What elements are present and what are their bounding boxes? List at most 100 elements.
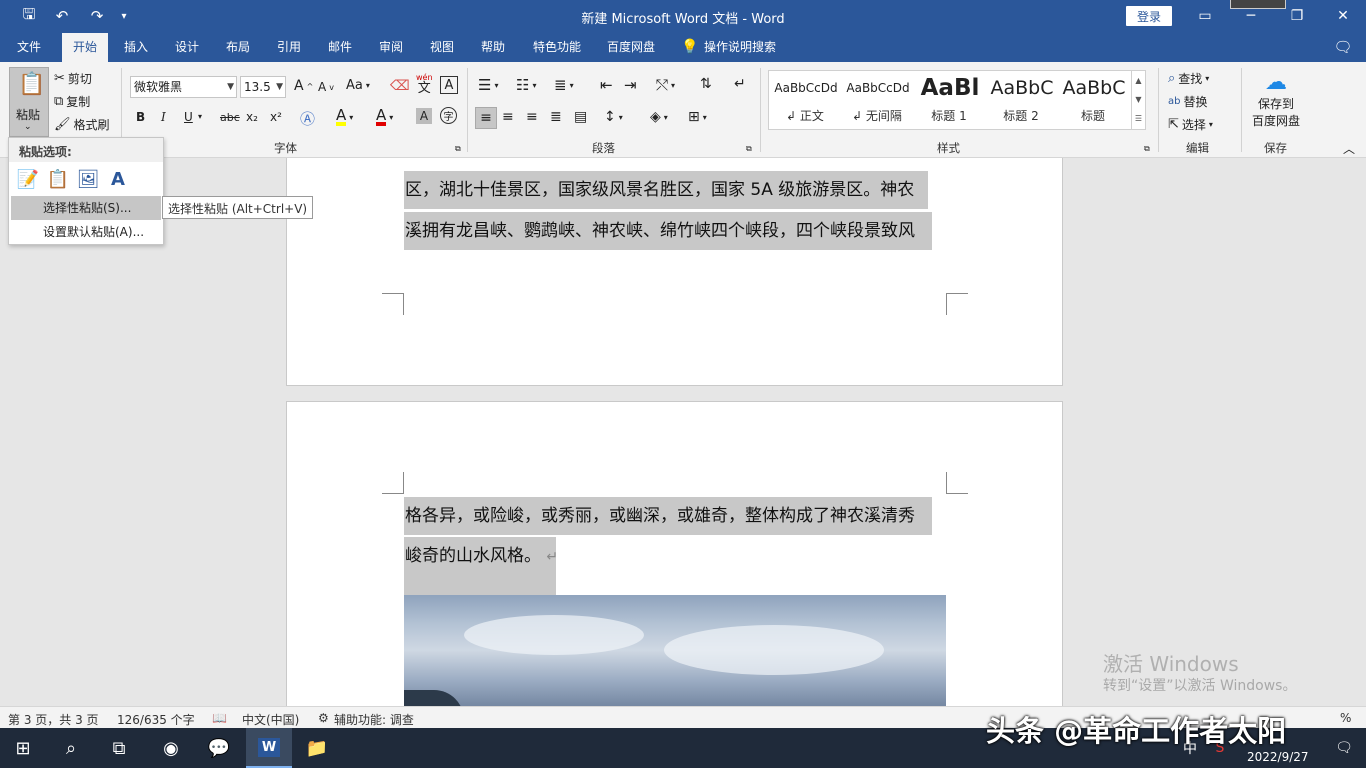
word-count[interactable]: 126/635 个字	[117, 711, 195, 728]
format-painter-button[interactable]: 🖌 格式刷	[54, 116, 110, 133]
cut-button[interactable]: ✂ 剪切	[54, 70, 92, 87]
tab-home[interactable]: 开始	[62, 33, 108, 62]
borders-icon[interactable]: ⊞ ▾	[688, 109, 707, 125]
tab-baidu-pan[interactable]: 百度网盘	[598, 33, 664, 62]
copy-button[interactable]: ⧉ 复制	[54, 93, 90, 110]
shrink-font-button[interactable]: Av	[318, 80, 334, 94]
keep-source-format-icon[interactable]: 📝	[15, 166, 41, 192]
styles-gallery: AaBbCcDd ↲ 正文 AaBbCcDd ↲ 无间隔 AaBl 标题 1 AaBb…	[768, 70, 1146, 130]
comments-icon[interactable]: 🗨	[1328, 33, 1358, 62]
pinyin-guide-button[interactable]: wén 文	[416, 74, 433, 96]
wechat-icon[interactable]: 💬	[196, 728, 242, 768]
numbering-icon[interactable]: ☷ ▾	[516, 76, 536, 94]
styles-scroll[interactable]: ▲ ▼ ☰	[1131, 71, 1145, 129]
select-button[interactable]: ⇱ 选择 ▾	[1168, 116, 1213, 133]
close-button[interactable]: ✕	[1328, 6, 1358, 26]
tab-review[interactable]: 审阅	[369, 33, 413, 62]
bold-button[interactable]: B	[136, 110, 145, 124]
style-heading-2[interactable]: AaBbC 标题 2	[985, 71, 1057, 129]
italic-button[interactable]: I	[161, 110, 166, 124]
tab-features[interactable]: 特色功能	[524, 33, 590, 62]
file-explorer-icon[interactable]: 📁	[294, 728, 340, 768]
text-line[interactable]: 峻奇的山水风格。 ↵	[404, 537, 558, 595]
dialog-launcher-icon[interactable]: ⧉	[1144, 144, 1150, 154]
text-line[interactable]: 溪拥有龙昌峡、鹦鹉峡、神农峡、绵竹峡四个峡段，四个峡段景致风	[404, 212, 932, 250]
ribbon-display-icon[interactable]: ▭	[1190, 6, 1220, 26]
justify-icon[interactable]: ≣	[550, 109, 562, 125]
increase-indent-icon[interactable]: ⇥	[624, 76, 637, 94]
align-left-button[interactable]: ≡	[475, 107, 497, 129]
subscript-button[interactable]: x₂	[246, 110, 258, 124]
decrease-indent-icon[interactable]: ⇤	[600, 76, 613, 94]
dialog-launcher-icon[interactable]: ⧉	[455, 144, 461, 154]
clear-format-icon[interactable]: ⌫	[390, 78, 410, 94]
tab-file[interactable]: 文件	[6, 33, 52, 62]
set-default-paste-item[interactable]: 设置默认粘贴(A)...	[11, 220, 161, 244]
text-effects-icon[interactable]: Ⓐ	[300, 108, 315, 129]
language-indicator[interactable]: 中文(中国)	[242, 711, 299, 728]
windows-start-icon[interactable]: ⊞	[0, 728, 46, 768]
tab-references[interactable]: 引用	[267, 33, 311, 62]
page-count[interactable]: 第 3 页，共 3 页	[8, 711, 99, 728]
style-no-spacing[interactable]: AaBbCcDd ↲ 无间隔	[841, 71, 913, 129]
task-view-icon[interactable]: ⧉	[96, 728, 142, 768]
picture-paste-icon[interactable]: 🖼	[75, 166, 101, 192]
style-title[interactable]: AaBbC 标题	[1057, 71, 1129, 129]
line-spacing-icon[interactable]: ↕ ▾	[604, 109, 623, 125]
document-area[interactable]: 区，湖北十佳景区，国家级风景名胜区，国家 5A 级旅游景区。神农 溪拥有龙昌峡、…	[0, 158, 1366, 706]
maximize-button[interactable]: ❐	[1282, 6, 1312, 26]
tab-mailings[interactable]: 邮件	[318, 33, 362, 62]
dialog-launcher-icon[interactable]: ⧉	[746, 144, 752, 154]
underline-button[interactable]: U	[184, 110, 193, 124]
landscape-photo[interactable]	[404, 595, 946, 706]
highlight-button[interactable]: A ▾	[336, 108, 353, 126]
text-line[interactable]: 区，湖北十佳景区，国家级风景名胜区，国家 5A 级旅游景区。神农	[404, 171, 928, 209]
show-marks-icon[interactable]: ↵	[734, 76, 746, 92]
enclose-char-button[interactable]: 字	[440, 107, 457, 124]
minimize-button[interactable]: ─	[1236, 6, 1266, 26]
tab-design[interactable]: 设计	[165, 33, 209, 62]
superscript-button[interactable]: x²	[270, 110, 282, 124]
tab-layout[interactable]: 布局	[216, 33, 260, 62]
char-shading-button[interactable]: A	[416, 108, 432, 124]
collapse-ribbon-icon[interactable]: ︿	[1343, 140, 1355, 157]
zoom-level[interactable]: %	[1340, 711, 1351, 725]
char-border-button[interactable]: A	[440, 76, 458, 94]
word-app-icon[interactable]: W	[246, 728, 292, 768]
keep-text-only-icon[interactable]: A	[105, 166, 131, 192]
grow-font-button[interactable]: A ^	[294, 78, 313, 94]
replace-button[interactable]: ab 替换	[1168, 93, 1208, 110]
bullets-icon[interactable]: ☰ ▾	[478, 76, 498, 94]
style-normal[interactable]: AaBbCcDd ↲ 正文	[769, 71, 841, 129]
find-button[interactable]: ⌕ 查找 ▾	[1168, 70, 1209, 87]
save-to-baidu-button[interactable]: ☁ 保存到 百度网盘	[1248, 68, 1304, 138]
shading-icon[interactable]: ◈ ▾	[650, 109, 668, 125]
sort-icon[interactable]: ⇅	[700, 76, 712, 92]
tab-help[interactable]: 帮助	[471, 33, 515, 62]
underline-dropdown-icon[interactable]: ▾	[198, 112, 202, 121]
text-line[interactable]: 格各异，或险峻，或秀丽，或幽深，或雄奇，整体构成了神农溪清秀	[404, 497, 932, 535]
login-button[interactable]: 登录	[1126, 6, 1172, 26]
tell-me-search[interactable]: 操作说明搜索	[704, 33, 794, 62]
search-icon[interactable]: ⌕	[48, 728, 94, 768]
align-right-icon[interactable]: ≡	[526, 109, 538, 125]
strikethrough-button[interactable]: abc	[220, 111, 240, 124]
chrome-icon[interactable]: ◉	[148, 728, 194, 768]
chinese-layout-icon[interactable]: ⤲ ▾	[656, 76, 675, 94]
tab-insert[interactable]: 插入	[114, 33, 158, 62]
merge-format-icon[interactable]: 📋	[45, 166, 71, 192]
proofing-icon[interactable]: 📖	[212, 711, 227, 725]
change-case-button[interactable]: Aa ▾	[346, 78, 370, 93]
accessibility-status[interactable]: 辅助功能: 调查	[334, 711, 414, 728]
notifications-icon[interactable]: 🗨	[1326, 728, 1362, 768]
font-color-button[interactable]: A ▾	[376, 108, 393, 126]
paste-special-item[interactable]: 选择性粘贴(S)...	[11, 196, 161, 220]
tab-view[interactable]: 视图	[420, 33, 464, 62]
style-heading-1[interactable]: AaBl 标题 1	[913, 71, 985, 129]
align-center-icon[interactable]: ≡	[502, 109, 514, 125]
font-name-combo[interactable]: 微软雅黑 ▼	[130, 76, 237, 98]
paste-button[interactable]: 📋 粘贴 ⌄	[9, 67, 49, 137]
font-size-combo[interactable]: 13.5 ▼	[240, 76, 286, 98]
distributed-icon[interactable]: ▤	[574, 109, 587, 125]
multilevel-list-icon[interactable]: ≣ ▾	[554, 76, 574, 94]
